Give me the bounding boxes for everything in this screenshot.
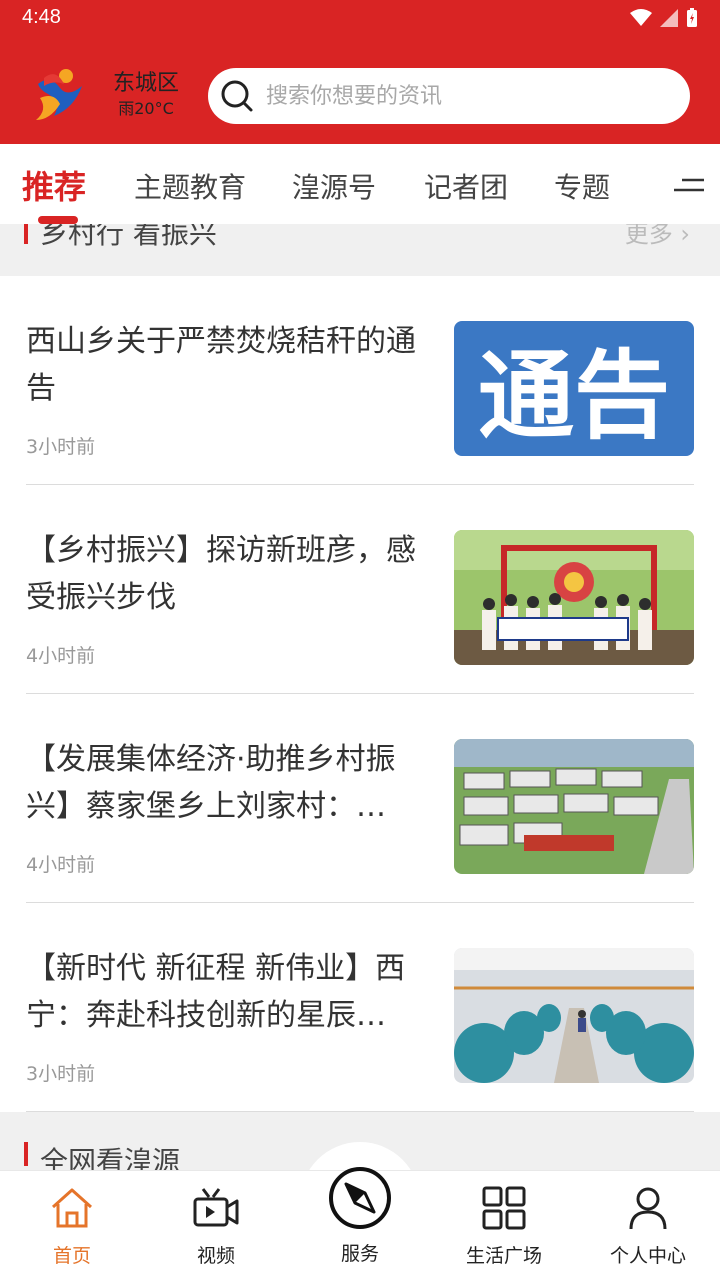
nav-life-plaza[interactable]: 生活广场 (432, 1171, 576, 1280)
more-link[interactable]: 更多 › (625, 224, 690, 249)
nav-home[interactable]: 首页 (0, 1171, 144, 1280)
nav-label: 生活广场 (465, 1245, 542, 1267)
active-tab-indicator (38, 216, 78, 224)
location-name: 东城区 (112, 71, 179, 96)
grid-icon (482, 1186, 526, 1230)
notice-thumb-text: 通告 (478, 339, 670, 452)
section-accent-bar (24, 224, 28, 244)
search-bar[interactable] (208, 68, 690, 124)
tab-reporters[interactable]: 记者团 (424, 166, 508, 206)
news-thumbnail: 通告 (454, 321, 694, 456)
signal-icon (660, 9, 678, 27)
news-time: 3小时前 (26, 1063, 96, 1085)
news-list: 西山乡关于严禁焚烧秸秆的通告 3小时前 通告 【乡村振兴】探访新班彦，感受振兴步… (0, 276, 720, 1112)
news-time: 4小时前 (26, 854, 96, 876)
news-time: 4小时前 (26, 645, 96, 667)
nav-service[interactable]: 服务 (288, 1167, 432, 1280)
tab-huangyuan-hao[interactable]: 湟源号 (292, 166, 376, 206)
news-thumbnail (454, 948, 694, 1083)
nav-profile[interactable]: 个人中心 (576, 1171, 720, 1280)
location-weather[interactable]: 东城区 雨20°C (106, 70, 186, 120)
tab-recommend[interactable]: 推荐 (22, 162, 86, 208)
news-item[interactable]: 【发展集体经济·助推乡村振兴】蔡家堡乡上刘家村：… 4小时前 (26, 694, 694, 903)
nav-label: 视频 (196, 1245, 235, 1267)
app-header: 4:48 东城区 雨20°C (0, 0, 720, 144)
status-icons (630, 8, 698, 28)
tab-theme-education[interactable]: 主题教育 (134, 166, 246, 206)
news-title: 【新时代 新征程 新伟业】西宁：奔赴科技创新的星辰… (26, 951, 406, 1033)
search-input[interactable] (266, 83, 666, 109)
weather-text: 雨20°C (118, 99, 174, 118)
section-title: 乡村行 看振兴 (40, 224, 217, 250)
nav-label: 首页 (52, 1245, 91, 1267)
wifi-icon (630, 9, 652, 26)
news-time: 3小时前 (26, 436, 96, 458)
status-bar: 4:48 (0, 0, 720, 40)
compass-icon (329, 1167, 391, 1229)
video-icon (193, 1188, 239, 1227)
person-icon (629, 1187, 667, 1230)
nav-label: 个人中心 (609, 1245, 686, 1267)
nav-label: 服务 (340, 1243, 379, 1265)
section-accent-bar (24, 1142, 28, 1166)
section-header-rural: 乡村行 看振兴 更多 › (0, 224, 720, 276)
news-thumbnail (454, 530, 694, 665)
news-item[interactable]: 【新时代 新征程 新伟业】西宁：奔赴科技创新的星辰… 3小时前 (26, 903, 694, 1112)
news-title: 西山乡关于严禁焚烧秸秆的通告 (26, 324, 416, 406)
search-icon (221, 80, 253, 112)
nav-video[interactable]: 视频 (144, 1171, 288, 1280)
category-tabs: 推荐 主题教育 湟源号 记者团 专题 (0, 144, 720, 224)
news-item[interactable]: 西山乡关于严禁焚烧秸秆的通告 3小时前 通告 (26, 276, 694, 485)
news-thumbnail (454, 739, 694, 874)
news-title: 【乡村振兴】探访新班彦，感受振兴步伐 (26, 533, 416, 615)
battery-icon (687, 8, 697, 27)
news-title: 【发展集体经济·助推乡村振兴】蔡家堡乡上刘家村：… (26, 742, 396, 824)
menu-icon[interactable] (674, 172, 704, 198)
home-icon (51, 1188, 93, 1228)
status-time: 4:48 (22, 6, 61, 28)
bottom-navigation: 首页 视频 服务 生活广场 个人中心 (0, 1167, 720, 1280)
tab-topics[interactable]: 专题 (554, 166, 610, 206)
app-logo (36, 69, 82, 120)
news-item[interactable]: 【乡村振兴】探访新班彦，感受振兴步伐 4小时前 (26, 485, 694, 694)
